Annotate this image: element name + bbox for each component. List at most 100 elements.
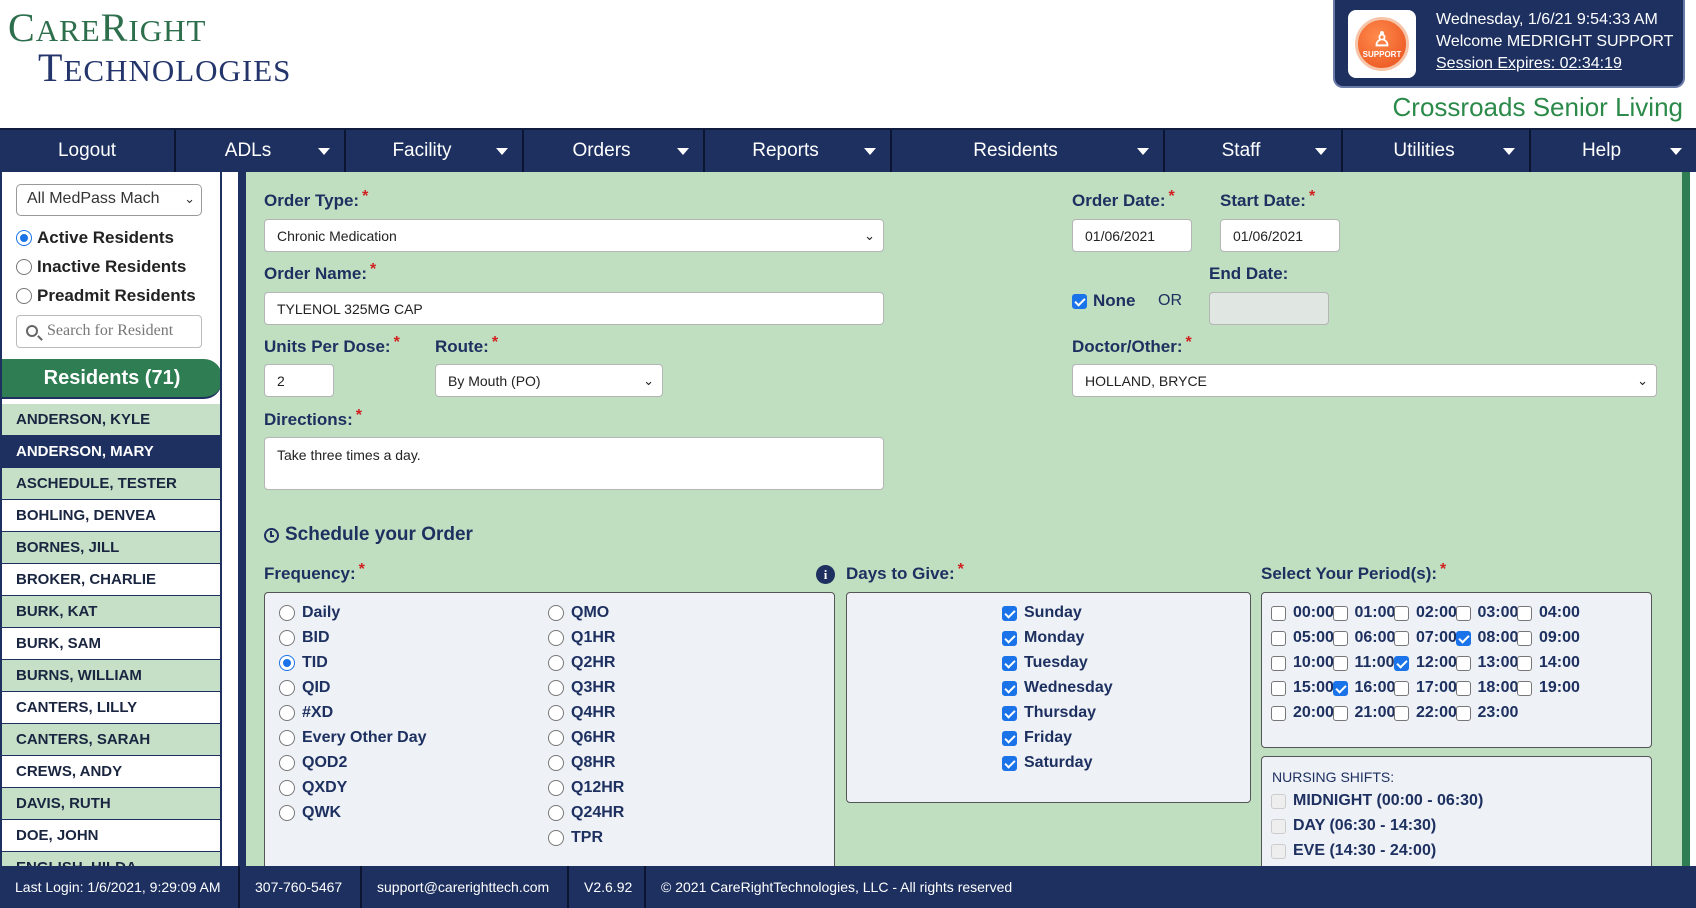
order-date-input[interactable]: 01/06/2021 bbox=[1072, 219, 1192, 252]
medpass-machine-select[interactable]: All MedPass Mach ⌄ bbox=[16, 184, 202, 216]
period-checkbox[interactable]: 06:00 bbox=[1332, 629, 1395, 647]
units-per-dose-input[interactable]: 2 bbox=[264, 364, 334, 397]
period-checkbox[interactable]: 00:00 bbox=[1271, 604, 1334, 622]
frequency-option[interactable]: Q8HR bbox=[548, 754, 615, 772]
day-checkbox[interactable]: Saturday bbox=[1002, 754, 1092, 772]
frequency-option[interactable]: QXDY bbox=[279, 779, 347, 797]
period-checkbox[interactable]: 03:00 bbox=[1455, 604, 1518, 622]
nav-facility[interactable]: Facility bbox=[346, 130, 524, 172]
list-item[interactable]: BORNES, JILL bbox=[2, 532, 220, 564]
list-item[interactable]: DAVIS, RUTH bbox=[2, 788, 220, 820]
start-date-input[interactable]: 01/06/2021 bbox=[1220, 219, 1340, 252]
frequency-option[interactable]: QMO bbox=[548, 604, 609, 622]
route-select[interactable]: By Mouth (PO) ⌄ bbox=[435, 364, 663, 397]
nav-staff[interactable]: Staff bbox=[1165, 130, 1343, 172]
period-checkbox[interactable]: 21:00 bbox=[1332, 704, 1395, 722]
order-type-select[interactable]: Chronic Medication ⌄ bbox=[264, 219, 884, 252]
list-item[interactable]: CANTERS, LILLY bbox=[2, 692, 220, 724]
list-item[interactable]: CANTERS, SARAH bbox=[2, 724, 220, 756]
frequency-option[interactable]: Q24HR bbox=[548, 804, 624, 822]
periods-label: Select Your Period(s): * bbox=[1261, 561, 1447, 583]
nav-orders[interactable]: Orders bbox=[524, 130, 705, 172]
period-checkbox[interactable]: 20:00 bbox=[1271, 704, 1334, 722]
period-checkbox[interactable]: 07:00 bbox=[1394, 629, 1457, 647]
day-checkbox[interactable]: Friday bbox=[1002, 729, 1072, 747]
preadmit-residents-radio[interactable]: Preadmit Residents bbox=[16, 286, 196, 306]
frequency-option[interactable]: BID bbox=[279, 629, 330, 647]
nav-residents[interactable]: Residents bbox=[892, 130, 1165, 172]
main-nav: Logout ADLs Facility Orders Reports Resi… bbox=[0, 128, 1696, 172]
frequency-option[interactable]: Q6HR bbox=[548, 729, 615, 747]
frequency-option[interactable]: TPR bbox=[548, 829, 603, 847]
frequency-option[interactable]: Q3HR bbox=[548, 679, 615, 697]
doctor-select[interactable]: HOLLAND, BRYCE ⌄ bbox=[1072, 364, 1657, 397]
period-checkbox[interactable]: 13:00 bbox=[1455, 654, 1518, 672]
period-checkbox[interactable]: 12:00 bbox=[1394, 654, 1457, 672]
period-checkbox[interactable]: 17:00 bbox=[1394, 679, 1457, 697]
active-residents-radio[interactable]: Active Residents bbox=[16, 228, 174, 248]
frequency-option[interactable]: Every Other Day bbox=[279, 729, 427, 747]
list-item[interactable]: DOE, JOHN bbox=[2, 820, 220, 852]
period-checkbox[interactable]: 09:00 bbox=[1517, 629, 1580, 647]
end-date-none-checkbox[interactable]: None bbox=[1072, 291, 1136, 311]
support-email-link[interactable]: support@carerighttech.com bbox=[362, 866, 569, 908]
info-icon[interactable]: i bbox=[816, 565, 835, 584]
nursing-shift-checkbox[interactable]: MIDNIGHT (00:00 - 06:30) bbox=[1271, 792, 1483, 810]
period-checkbox[interactable]: 14:00 bbox=[1517, 654, 1580, 672]
list-item[interactable]: BURNS, WILLIAM bbox=[2, 660, 220, 692]
nav-adls[interactable]: ADLs bbox=[176, 130, 346, 172]
content-scrollbar[interactable] bbox=[1682, 172, 1690, 866]
period-checkbox[interactable]: 05:00 bbox=[1271, 629, 1334, 647]
frequency-option[interactable]: TID bbox=[279, 654, 328, 672]
period-checkbox[interactable]: 23:00 bbox=[1455, 704, 1518, 722]
day-checkbox[interactable]: Sunday bbox=[1002, 604, 1082, 622]
order-name-input[interactable]: TYLENOL 325MG CAP bbox=[264, 292, 884, 325]
day-checkbox[interactable]: Wednesday bbox=[1002, 679, 1113, 697]
list-item[interactable]: CREWS, ANDY bbox=[2, 756, 220, 788]
frequency-option[interactable]: Q2HR bbox=[548, 654, 615, 672]
period-checkbox[interactable]: 08:00 bbox=[1455, 629, 1518, 647]
frequency-option[interactable]: QOD2 bbox=[279, 754, 347, 772]
period-checkbox[interactable]: 22:00 bbox=[1394, 704, 1457, 722]
frequency-option[interactable]: Daily bbox=[279, 604, 340, 622]
support-icon[interactable]: ♙ SUPPORT bbox=[1348, 10, 1416, 78]
nav-utilities[interactable]: Utilities bbox=[1343, 130, 1531, 172]
frequency-option[interactable]: Q1HR bbox=[548, 629, 615, 647]
list-item[interactable]: ENGLISH, HILDA bbox=[2, 852, 220, 866]
list-item[interactable]: BROKER, CHARLIE bbox=[2, 564, 220, 596]
day-checkbox[interactable]: Thursday bbox=[1002, 704, 1096, 722]
period-checkbox[interactable]: 04:00 bbox=[1517, 604, 1580, 622]
resident-search-input[interactable]: Search for Resident bbox=[16, 315, 202, 348]
period-checkbox[interactable]: 16:00 bbox=[1332, 679, 1395, 697]
frequency-option[interactable]: #XD bbox=[279, 704, 333, 722]
nav-reports[interactable]: Reports bbox=[705, 130, 892, 172]
period-checkbox[interactable]: 10:00 bbox=[1271, 654, 1334, 672]
session-expires-link[interactable]: Session Expires: 02:34:19 bbox=[1436, 55, 1622, 73]
list-item[interactable]: ASCHEDULE, TESTER bbox=[2, 468, 220, 500]
period-checkbox[interactable]: 11:00 bbox=[1332, 654, 1395, 672]
frequency-option[interactable]: QWK bbox=[279, 804, 341, 822]
nav-logout[interactable]: Logout bbox=[0, 130, 176, 172]
frequency-option[interactable]: Q4HR bbox=[548, 704, 615, 722]
day-checkbox[interactable]: Tuesday bbox=[1002, 654, 1088, 672]
day-checkbox[interactable]: Monday bbox=[1002, 629, 1084, 647]
nursing-shift-checkbox[interactable]: EVE (14:30 - 24:00) bbox=[1271, 842, 1436, 860]
period-checkbox[interactable]: 19:00 bbox=[1517, 679, 1580, 697]
inactive-residents-radio[interactable]: Inactive Residents bbox=[16, 257, 186, 277]
list-item[interactable]: ANDERSON, KYLE bbox=[2, 404, 220, 436]
list-item[interactable]: BOHLING, DENVEA bbox=[2, 500, 220, 532]
list-item[interactable]: BURK, SAM bbox=[2, 628, 220, 660]
period-checkbox[interactable]: 15:00 bbox=[1271, 679, 1334, 697]
period-checkbox[interactable]: 01:00 bbox=[1332, 604, 1395, 622]
period-checkbox[interactable]: 02:00 bbox=[1394, 604, 1457, 622]
nursing-shift-checkbox[interactable]: DAY (06:30 - 14:30) bbox=[1271, 817, 1436, 835]
list-item[interactable]: BURK, KAT bbox=[2, 596, 220, 628]
directions-textarea[interactable]: Take three times a day. bbox=[264, 437, 884, 490]
frequency-option[interactable]: Q12HR bbox=[548, 779, 624, 797]
frequency-option[interactable]: QID bbox=[279, 679, 330, 697]
nav-help[interactable]: Help bbox=[1531, 130, 1696, 172]
welcome-text: Welcome MEDRIGHT SUPPORT bbox=[1436, 33, 1674, 50]
period-checkbox[interactable]: 18:00 bbox=[1455, 679, 1518, 697]
units-per-dose-label: Units Per Dose: * bbox=[264, 334, 400, 356]
list-item[interactable]: ANDERSON, MARY bbox=[2, 436, 220, 468]
